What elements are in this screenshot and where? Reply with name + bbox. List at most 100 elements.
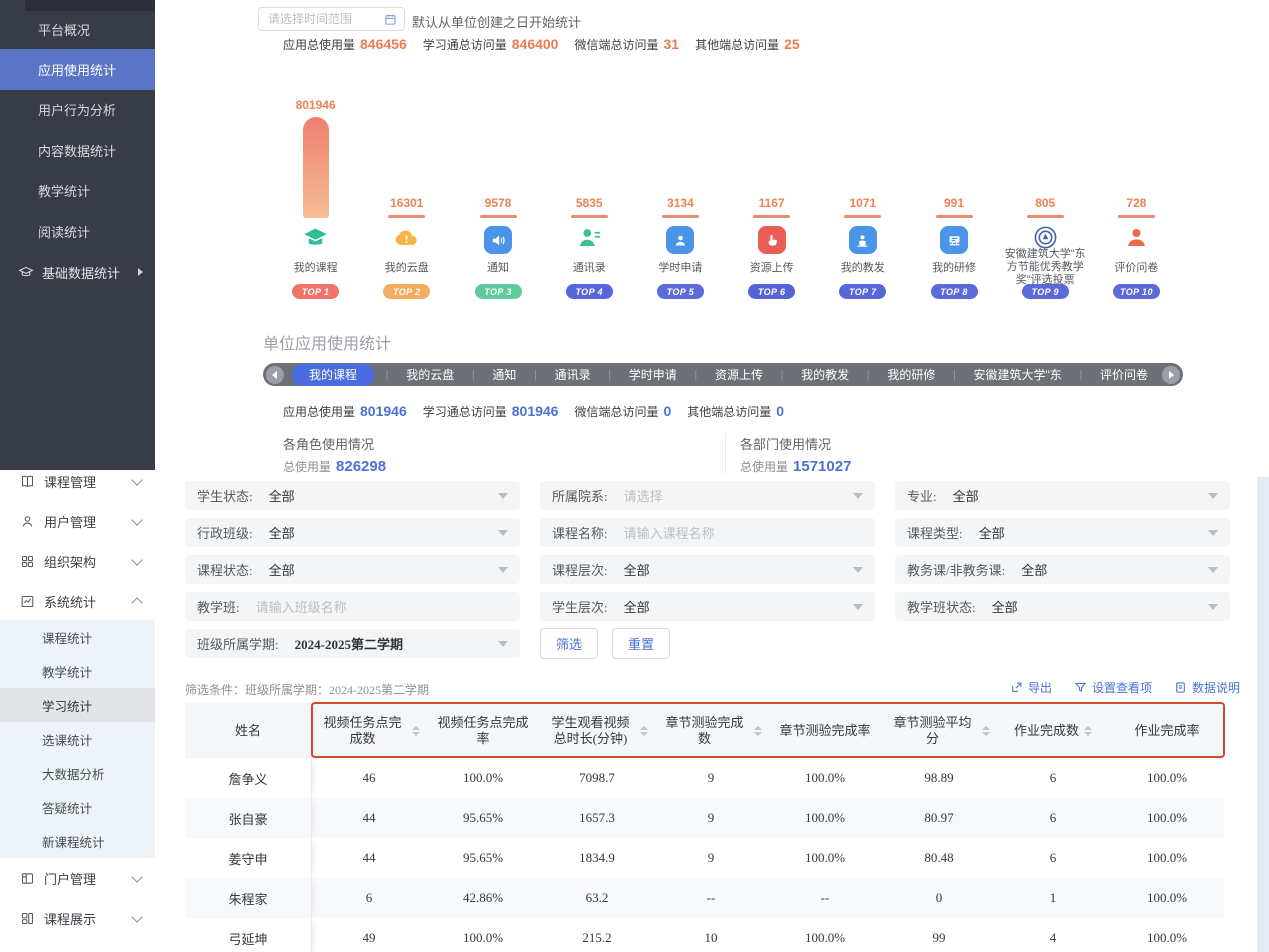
top10-column[interactable]: 991 我的研修 TOP 8 <box>908 90 999 302</box>
course-level-select[interactable]: 课程层次:全部 <box>540 555 875 584</box>
course-status-select[interactable]: 课程状态:全部 <box>185 555 520 584</box>
college-select[interactable]: 所属院系:请选择 <box>540 481 875 510</box>
table-row[interactable]: 弓延坤 49 100.0% 215.2 10 100.0% 99 4 100.0… <box>185 918 1224 952</box>
submenu-item-course-stats[interactable]: 课程统计 <box>0 620 155 654</box>
sidebar-item-org-structure[interactable]: 组织架构 <box>0 541 155 581</box>
column-settings-button[interactable]: 设置查看项 <box>1074 679 1152 696</box>
app-name: 安徽建筑大学"东方节能优秀教学奖"评选投票 <box>1003 248 1087 284</box>
column-header[interactable]: 作业完成数 <box>996 703 1110 758</box>
tab-teaching-dev[interactable]: 我的教发 <box>795 364 855 385</box>
tab-hours-apply[interactable]: 学时申请 <box>623 364 683 385</box>
table-cell: 1 <box>996 878 1110 918</box>
sidebar-item-course-display[interactable]: 课程展示 <box>0 898 155 938</box>
top10-column[interactable]: 16301 我的云盘 TOP 2 <box>361 90 452 302</box>
app-usage-value: 801946 <box>296 98 336 112</box>
tab-notice[interactable]: 通知 <box>486 364 522 385</box>
table-row[interactable]: 詹争义 46 100.0% 7098.7 9 100.0% 98.89 6 10… <box>185 758 1224 798</box>
filter-value: 全部 <box>992 597 1018 616</box>
semester-select[interactable]: 班级所属学期:2024-2025第二学期 <box>185 629 520 658</box>
page-scrollbar[interactable] <box>1257 477 1269 952</box>
sort-icon[interactable] <box>982 726 990 736</box>
column-header[interactable]: 章节测验平均分 <box>882 703 996 758</box>
tab-contacts[interactable]: 通讯录 <box>549 364 597 385</box>
research-icon <box>940 226 968 254</box>
submenu-item-label: 大数据分析 <box>42 764 105 783</box>
reset-button[interactable]: 重置 <box>612 628 670 659</box>
top10-column[interactable]: 805 安徽建筑大学"东方节能优秀教学奖"评选投票 TOP 9 <box>1000 90 1091 302</box>
flyout-item-reading-stats[interactable]: 阅读统计 <box>0 211 155 251</box>
column-header[interactable]: 章节测验完成数 <box>654 703 768 758</box>
cloud-disk-icon <box>393 224 420 256</box>
sort-icon[interactable] <box>754 726 762 736</box>
stat-value: 846400 <box>512 36 559 52</box>
filter-button[interactable]: 筛选 <box>540 628 598 659</box>
tab-cloud-disk[interactable]: 我的云盘 <box>400 364 460 385</box>
course-icon <box>302 224 329 256</box>
major-select[interactable]: 专业:全部 <box>895 481 1230 510</box>
data-info-button[interactable]: 数据说明 <box>1174 679 1240 696</box>
column-header[interactable]: 视频任务点完成数 <box>312 703 426 758</box>
course-name-input[interactable]: 课程名称:请输入课程名称 <box>540 518 875 547</box>
admin-class-select[interactable]: 行政班级:全部 <box>185 518 520 547</box>
student-level-select[interactable]: 学生层次:全部 <box>540 592 875 621</box>
top10-column[interactable]: 1167 资源上传 TOP 6 <box>726 90 817 302</box>
top10-column[interactable]: 1071 我的教发 TOP 7 <box>817 90 908 302</box>
student-status-select[interactable]: 学生状态:全部 <box>185 481 520 510</box>
tab-resource-upload[interactable]: 资源上传 <box>709 364 769 385</box>
sidebar-item-user-management[interactable]: 用户管理 <box>0 501 155 541</box>
flyout-item-teaching-stats[interactable]: 教学统计 <box>0 171 155 211</box>
column-header[interactable]: 视频任务点完成率 <box>426 703 540 758</box>
top10-column[interactable]: 801946 我的课程 TOP 1 <box>270 90 361 302</box>
filter-label: 课程类型: <box>907 523 963 542</box>
column-header[interactable]: 作业完成率 <box>1110 703 1224 758</box>
filter-label: 学生状态: <box>197 486 253 505</box>
flyout-item-content-data-stats[interactable]: 内容数据统计 <box>0 130 155 170</box>
sort-icon[interactable] <box>1084 726 1092 736</box>
app-tabs: 我的课程 我的云盘 通知 通讯录 学时申请 资源上传 我的教发 我的研修 安徽建… <box>284 364 1162 386</box>
tabs-scroll-right-button[interactable] <box>1162 366 1180 384</box>
flyout-item-user-behavior[interactable]: 用户行为分析 <box>0 90 155 130</box>
table-cell: 100.0% <box>768 798 882 838</box>
sidebar-item-portal-management[interactable]: 门户管理 <box>0 858 155 898</box>
tabs-scroll-left-button[interactable] <box>266 366 284 384</box>
flyout-item-app-usage-stats[interactable]: 应用使用统计 <box>0 49 155 89</box>
tab-my-courses[interactable]: 我的课程 <box>292 364 374 386</box>
column-header[interactable]: 学生观看视频总时长(分钟) <box>540 703 654 758</box>
total-usage-label: 总使用量 <box>283 460 331 474</box>
submenu-item-big-data-analysis[interactable]: 大数据分析 <box>0 756 155 790</box>
submenu-item-teaching-stats[interactable]: 教学统计 <box>0 654 155 688</box>
teaching-class-status-select[interactable]: 教学班状态:全部 <box>895 592 1230 621</box>
sort-icon[interactable] <box>412 726 420 736</box>
chevron-right-icon <box>1169 371 1174 379</box>
top10-column[interactable]: 5835 通讯录 TOP 4 <box>544 90 635 302</box>
course-type-select[interactable]: 课程类型:全部 <box>895 518 1230 547</box>
tab-research[interactable]: 我的研修 <box>881 364 941 385</box>
table-row[interactable]: 朱程家 6 42.86% 63.2 -- -- 0 1 100.0% <box>185 878 1224 918</box>
student-name-cell: 詹争义 <box>185 758 312 798</box>
date-range-picker[interactable] <box>258 7 405 31</box>
top10-column[interactable]: 9578 通知 TOP 3 <box>452 90 543 302</box>
submenu-item-qa-stats[interactable]: 答疑统计 <box>0 790 155 824</box>
sort-icon[interactable] <box>640 726 648 736</box>
academic-course-select[interactable]: 教务课/非教务课:全部 <box>895 555 1230 584</box>
top10-column[interactable]: 3134 学时申请 TOP 5 <box>635 90 726 302</box>
app-usage-value: 16301 <box>390 196 423 210</box>
flyout-item-platform-overview[interactable]: 平台概况 <box>0 9 155 49</box>
table-row[interactable]: 姜守申 44 95.65% 1834.9 9 100.0% 80.48 6 10… <box>185 838 1224 878</box>
table-row[interactable]: 张自豪 44 95.65% 1657.3 9 100.0% 80.97 6 10… <box>185 798 1224 838</box>
submenu-item-label: 选课统计 <box>42 730 92 749</box>
submenu-item-learning-stats[interactable]: 学习统计 <box>0 688 155 722</box>
date-range-input[interactable] <box>266 11 384 27</box>
top10-column[interactable]: 728 评价问卷 TOP 10 <box>1091 90 1182 302</box>
submenu-item-course-selection-stats[interactable]: 选课统计 <box>0 722 155 756</box>
app-name: 我的研修 <box>912 262 996 284</box>
chevron-down-icon <box>853 604 863 610</box>
flyout-item-basic-data-stats[interactable]: 基础数据统计 <box>0 252 155 292</box>
sidebar-item-system-stats[interactable]: 系统统计 <box>0 581 155 621</box>
column-header[interactable]: 章节测验完成率 <box>768 703 882 758</box>
submenu-item-new-course-stats[interactable]: 新课程统计 <box>0 824 155 858</box>
teaching-class-input[interactable]: 教学班:请输入班级名称 <box>185 592 520 621</box>
tab-questionnaire[interactable]: 评价问卷 <box>1094 364 1154 385</box>
export-button[interactable]: 导出 <box>1010 679 1052 696</box>
tab-university-award[interactable]: 安徽建筑大学"东 <box>968 364 1068 385</box>
